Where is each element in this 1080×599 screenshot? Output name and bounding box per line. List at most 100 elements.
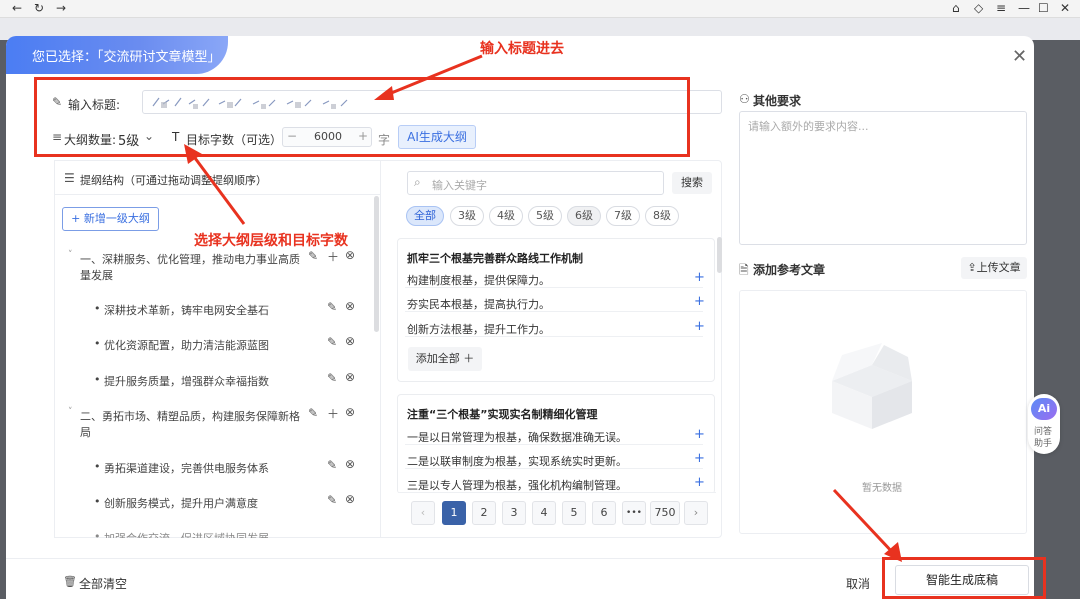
remove-icon[interactable]: ⊗ <box>345 457 355 471</box>
edit-icon[interactable]: ✎ <box>327 335 337 349</box>
page-3[interactable]: 3 <box>502 501 526 525</box>
collapse-icon[interactable]: ˅ <box>68 407 73 417</box>
outline-item-text: 勇拓渠道建设，完善供电服务体系 <box>104 462 269 475</box>
outline-item-text: 优化资源配置，助力清洁能源蓝图 <box>104 339 269 352</box>
bullet-icon: • <box>94 373 101 386</box>
outline-scrollbar[interactable] <box>374 196 379 332</box>
card-item: 三是以专人管理为根基，强化机构编制管理。 <box>407 479 627 492</box>
edit-icon[interactable]: ✎ <box>308 249 318 263</box>
add-item-icon[interactable]: + <box>694 475 705 490</box>
other-requirements-title: 其他要求 <box>753 94 802 108</box>
page-6[interactable]: 6 <box>592 501 616 525</box>
page-5[interactable]: 5 <box>562 501 586 525</box>
cancel-button[interactable]: 取消 <box>846 575 870 592</box>
other-requirements-textarea[interactable]: 请输入额外的要求内容... <box>739 111 1027 245</box>
search-placeholder: 输入关键字 <box>432 179 487 192</box>
remove-icon[interactable]: ⊗ <box>345 370 355 384</box>
textarea-placeholder: 请输入额外的要求内容... <box>748 120 869 133</box>
home-icon[interactable]: ⌂ <box>952 1 960 15</box>
add-item-icon[interactable]: + <box>694 451 705 466</box>
keyword-search-input[interactable]: ⌕ 输入关键字 <box>407 171 664 195</box>
filter-level-7[interactable]: 7级 <box>606 206 640 226</box>
browser-toolbar: ← ↻ → ⌂ ◇ ≡ — ☐ ✕ <box>0 0 1080 18</box>
filter-level-5[interactable]: 5级 <box>528 206 562 226</box>
add-level1-outline-button[interactable]: + 新增一级大纲 <box>62 207 159 231</box>
outline-item-text: 局 <box>80 426 91 439</box>
ai-helper-widget[interactable]: Ai 问答 助手 <box>1028 394 1060 454</box>
annotation-arrow-1 <box>374 54 483 100</box>
page-2[interactable]: 2 <box>472 501 496 525</box>
upload-article-button[interactable]: ⇪上传文章 <box>961 257 1027 279</box>
remove-icon[interactable]: ⊗ <box>345 299 355 313</box>
search-icon: ⌕ <box>414 175 421 189</box>
close-icon[interactable]: ✕ <box>1012 46 1027 67</box>
forward-icon[interactable]: → <box>56 1 66 15</box>
edit-icon[interactable]: ✎ <box>327 300 337 314</box>
bullet-icon: • <box>94 495 101 508</box>
add-all-button[interactable]: 添加全部 ＋ <box>408 347 482 371</box>
edit-icon[interactable]: ✎ <box>308 406 318 420</box>
refresh-icon[interactable]: ↻ <box>34 1 44 15</box>
edit-icon[interactable]: ✎ <box>327 493 337 507</box>
filter-level-6[interactable]: 6级 <box>567 206 601 226</box>
search-button[interactable]: 搜索 <box>672 172 712 194</box>
page-750[interactable]: 750 <box>650 501 680 525</box>
reference-articles-title: 添加参考文章 <box>753 263 826 277</box>
outline-item-text: 量发展 <box>80 269 113 282</box>
divider <box>405 468 703 469</box>
outline-item-text: 创新服务模式，提升用户满意度 <box>104 497 258 510</box>
shield-icon[interactable]: ◇ <box>974 1 983 15</box>
add-icon[interactable]: ＋ <box>327 405 339 422</box>
upload-icon: ⇪ <box>967 261 977 274</box>
page-ellipsis[interactable]: ••• <box>622 501 646 525</box>
next-page-button[interactable]: › <box>684 501 708 525</box>
add-item-icon[interactable]: + <box>694 270 705 285</box>
outline-list-icon: ☰ <box>64 171 75 185</box>
edit-icon[interactable]: ✎ <box>327 371 337 385</box>
card-item: 夯实民本根基，提高执行力。 <box>407 298 550 311</box>
remove-icon[interactable]: ⊗ <box>345 248 355 262</box>
upload-label: 上传文章 <box>976 261 1021 274</box>
library-scrollbar[interactable] <box>717 237 722 273</box>
bullet-icon: • <box>94 530 101 538</box>
filter-all[interactable]: 全部 <box>406 206 444 226</box>
outline-item-text: 二、勇拓市场、精塑品质，构建服务保障新格 <box>80 410 300 423</box>
outline-item-2-3[interactable]: • 加强合作交流，促进区域协同发展 <box>54 526 380 538</box>
add-item-icon[interactable]: + <box>694 294 705 309</box>
document-icon: 🗎 <box>739 263 749 277</box>
filter-level-3[interactable]: 3级 <box>450 206 484 226</box>
menu-icon[interactable]: ≡ <box>996 1 1006 15</box>
prev-page-button[interactable]: ‹ <box>411 501 435 525</box>
page-4[interactable]: 4 <box>532 501 556 525</box>
add-item-icon[interactable]: + <box>694 427 705 442</box>
outline-item-text: 提升服务质量，增强群众幸福指数 <box>104 375 269 388</box>
maximize-icon[interactable]: ☐ <box>1038 1 1049 15</box>
divider <box>405 444 703 445</box>
remove-icon[interactable]: ⊗ <box>345 492 355 506</box>
card-item: 二是以联审制度为根基，实现系统实时更新。 <box>407 455 627 468</box>
back-icon[interactable]: ← <box>12 1 22 15</box>
minimize-icon[interactable]: — <box>1018 1 1030 15</box>
ai-logo-icon: Ai <box>1031 398 1057 420</box>
filter-level-4[interactable]: 4级 <box>489 206 523 226</box>
selected-model-badge: 您已选择：「交流研讨文章模型」 <box>6 36 228 74</box>
clear-all-button[interactable]: 全部清空 <box>79 575 127 592</box>
annotation-choose-level: 选择大纲层级和目标字数 <box>194 233 348 249</box>
filter-level-8[interactable]: 8级 <box>645 206 679 226</box>
remove-icon[interactable]: ⊗ <box>345 405 355 419</box>
add-item-icon[interactable]: + <box>694 319 705 334</box>
user-icon: ⚇ <box>739 92 750 106</box>
close-window-icon[interactable]: ✕ <box>1060 1 1070 15</box>
bullet-icon: • <box>94 302 101 315</box>
collapse-icon[interactable]: ˅ <box>68 250 73 260</box>
annotation-arrow-3 <box>832 488 902 562</box>
remove-icon[interactable]: ⊗ <box>345 334 355 348</box>
card-title: 注重“三个根基”实现实名制精细化管理 <box>407 408 598 421</box>
edit-icon[interactable]: ✎ <box>327 458 337 472</box>
empty-box-illustration <box>832 343 912 429</box>
trash-icon[interactable]: 🗑 <box>63 575 77 588</box>
page-1[interactable]: 1 <box>442 501 466 525</box>
outline-item-text: 一、深耕服务、优化管理，推动电力事业高质 <box>80 253 300 266</box>
add-icon[interactable]: ＋ <box>327 248 339 265</box>
bullet-icon: • <box>94 460 101 473</box>
